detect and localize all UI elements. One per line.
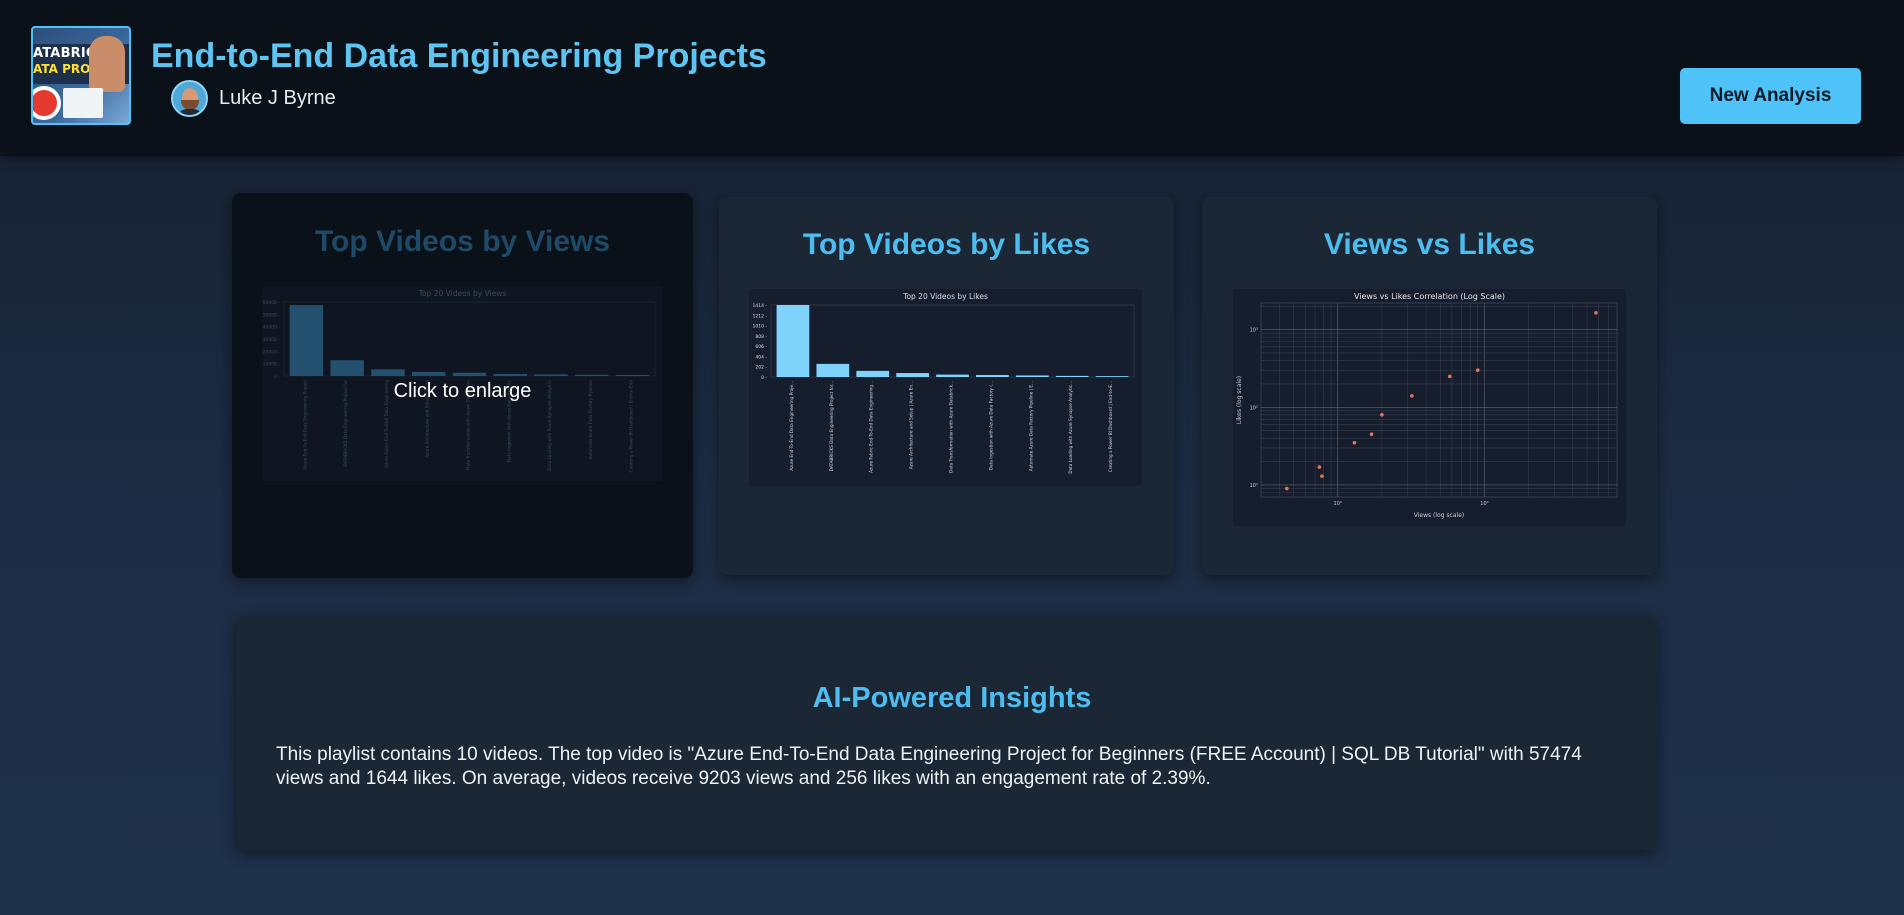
app-header: ATABRICKS ATA PROJECT End-to-End Data En…: [0, 0, 1904, 156]
x-axis-label: Views (log scale): [1414, 512, 1464, 519]
scatter-point: [1320, 474, 1324, 478]
playlist-thumbnail[interactable]: ATABRICKS ATA PROJECT: [31, 26, 131, 125]
bar: [976, 375, 1009, 377]
bar: [575, 374, 609, 376]
y-tick-label: 808 -: [755, 334, 767, 340]
x-tick-label: Data Ingestion with Azure Data Factory (…: [988, 381, 993, 470]
views-chart-card[interactable]: Top Videos by Views Top 20 Videos by Vie…: [232, 193, 693, 578]
scatter-chart-image: Views vs Likes Correlation (Log Scale) 10…: [1233, 289, 1626, 526]
bar: [452, 372, 487, 376]
scatter-point: [1285, 486, 1289, 491]
page-title: End-to-End Data Engineering Projects: [151, 37, 767, 75]
bar: [816, 363, 850, 377]
y-tick-label: 10²: [1250, 405, 1258, 411]
scatter-point: [1317, 465, 1322, 469]
insights-card: [236, 616, 1657, 850]
likes-chart-heading: Top Videos by Likes: [802, 228, 1091, 261]
scatter-point: [1447, 374, 1452, 379]
bar: [776, 305, 810, 377]
bar: [1055, 375, 1089, 377]
scatter-point: [1380, 413, 1384, 417]
y-tick-label: 202 -: [755, 365, 767, 371]
bar: [371, 369, 405, 376]
scatter-title: Views vs Likes Correlation (Log Scale): [1354, 292, 1505, 301]
x-tick-label: 10⁴: [1480, 501, 1488, 507]
y-tick-label: 60000 -: [263, 300, 281, 306]
scatter-frame: [1260, 302, 1618, 498]
views-chart-heading: Top Videos by Views: [314, 225, 611, 258]
new-analysis-button[interactable]: New Analysis: [1680, 68, 1861, 124]
x-tick-label: Creating a Power BI Dashboard | End-to-E…: [1108, 381, 1113, 472]
y-tick-label: 10000 -: [263, 362, 281, 368]
y-tick-label: 10³: [1250, 328, 1258, 334]
author-avatar: [171, 80, 208, 117]
y-tick-label: 20000 -: [263, 349, 281, 355]
bar: [856, 370, 890, 377]
bar: [896, 373, 929, 377]
scatter-point: [1369, 432, 1374, 437]
views-likes-scatter: Views vs Likes Correlation (Log Scale) 10…: [1236, 292, 1618, 519]
x-tick-label: DATABRICKS Data Engineering Project for.…: [829, 381, 834, 471]
scatter-point: [1475, 368, 1480, 373]
bar: [412, 371, 446, 376]
y-tick-label: 606 -: [755, 344, 767, 350]
y-tick-label: 50000 -: [263, 312, 281, 318]
y-tick-label: 10¹: [1250, 483, 1258, 489]
y-axis-label: Likes (log scale): [1236, 376, 1243, 424]
x-tick-label: Data Loading with Azure Synapse Analytic…: [1068, 381, 1073, 474]
x-tick-label: Azure End-To-End Data Engineering Proje.…: [789, 381, 794, 471]
y-tick-label: 1414 -: [752, 303, 767, 309]
thumbnail-document: [63, 88, 103, 118]
bar: [615, 375, 650, 376]
bar: [289, 305, 324, 376]
thumbnail-red-badge: [33, 86, 61, 120]
x-tick-label: Azure Fabric End-To-End Data Engineering…: [869, 381, 874, 473]
scatter-point: [1594, 311, 1598, 315]
insights-text: This playlist contains 10 videos. The to…: [276, 744, 1582, 789]
scatter-chart-card[interactable]: Views vs Likes Views vs Likes Correlatio…: [1202, 197, 1657, 575]
avatar-body: [177, 109, 203, 115]
scatter-chart-heading: Views vs Likes: [1323, 228, 1536, 261]
thumbnail-presenter: [89, 36, 125, 92]
bar: [534, 374, 568, 376]
likes-chart-image: Top 20 Videos by Likes 0 - 202 - 404 - 606 -…: [749, 289, 1142, 486]
bar-chart-title: Top 20 Videos by Likes: [902, 292, 988, 301]
likes-chart-card[interactable]: Top Videos by Likes Top 20 Videos by Lik…: [719, 197, 1174, 575]
x-tick-label: Automate Azure Data Factory Pipeline | E…: [1028, 381, 1033, 471]
insights-title: AI-Powered Insights: [812, 682, 1092, 714]
bar-chart-title: Top 20 Videos by Views: [418, 289, 507, 298]
bar: [493, 373, 527, 376]
y-tick-label: 0 -: [761, 375, 767, 381]
click-to-enlarge-label: Click to enlarge: [393, 380, 532, 402]
likes-bar-chart: Top 20 Videos by Likes 0 - 202 - 404 - 606 -…: [752, 292, 1135, 474]
y-tick-label: 1212 -: [752, 313, 767, 319]
y-tick-label: 1010 -: [752, 324, 767, 330]
scatter-point: [1410, 394, 1414, 398]
y-tick-label: 40000 -: [263, 325, 281, 331]
y-tick-label: 30000 -: [263, 337, 281, 343]
author-name: Luke J Byrne: [219, 87, 336, 109]
x-tick-label: Data Transformation with Azure Databrick…: [949, 381, 954, 473]
bar: [1015, 375, 1049, 377]
scatter-point: [1352, 440, 1357, 445]
y-tick-label: 404 -: [755, 354, 767, 360]
x-tick-label: Azure Architecture and Setup | Azure En.…: [909, 381, 914, 469]
bar: [330, 360, 364, 376]
x-tick-label: 10³: [1334, 501, 1342, 507]
bar: [1095, 376, 1129, 377]
bar: [936, 374, 969, 377]
